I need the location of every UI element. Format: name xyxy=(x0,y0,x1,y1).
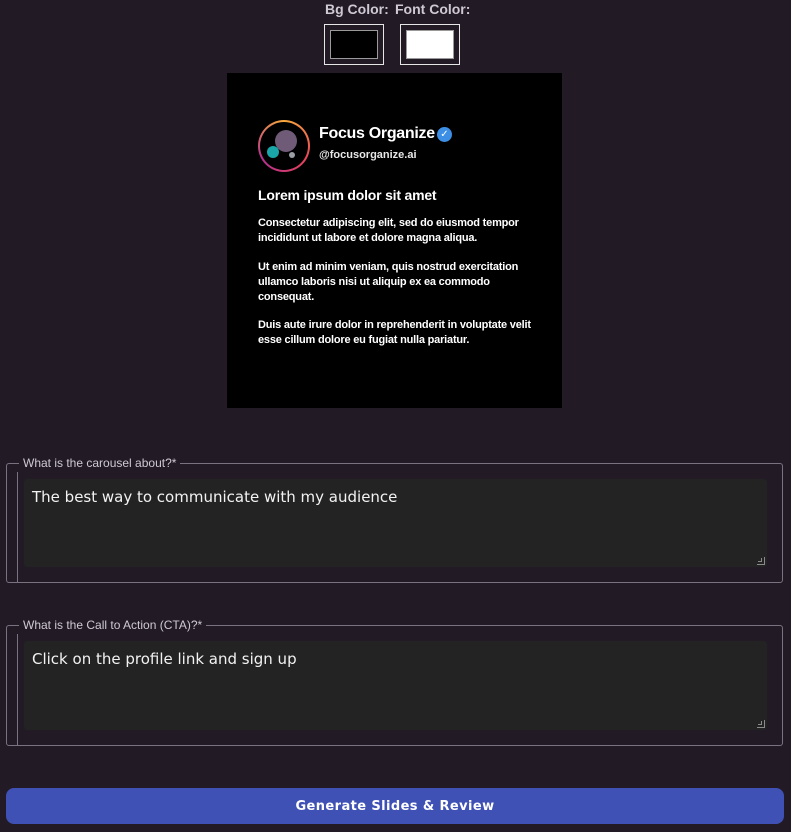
field-divider xyxy=(17,472,18,582)
verified-badge-icon: ✓ xyxy=(437,127,452,142)
bg-color-fill xyxy=(330,30,378,59)
resize-handle-icon[interactable] xyxy=(757,557,765,565)
brand-avatar xyxy=(258,120,310,172)
brand-name: Focus Organize xyxy=(319,125,435,142)
slide-preview: Focus Organize ✓ @focusorganize.ai Lorem… xyxy=(227,73,562,408)
topic-fieldset: What is the carousel about?* The best wa… xyxy=(6,456,783,583)
generate-slides-button[interactable]: Generate Slides & Review xyxy=(6,788,784,824)
cta-textarea[interactable]: Click on the profile link and sign up xyxy=(24,641,767,730)
bg-color-swatch[interactable] xyxy=(324,24,384,65)
slide-paragraph: Consectetur adipiscing elit, sed do eius… xyxy=(258,217,519,244)
topic-textarea[interactable]: The best way to communicate with my audi… xyxy=(24,479,767,567)
cta-fieldset: What is the Call to Action (CTA)?* Click… xyxy=(6,618,783,746)
slide-title: Lorem ipsum dolor sit amet xyxy=(258,187,437,203)
resize-handle-icon[interactable] xyxy=(757,720,765,728)
field-divider xyxy=(17,634,18,745)
brand-logo-icon xyxy=(260,122,308,170)
cta-field-label: What is the Call to Action (CTA)?* xyxy=(19,618,207,632)
font-color-label: Font Color: xyxy=(395,1,471,17)
carousel-editor: Bg Color: Font Color: Focus Organize ✓ @… xyxy=(0,0,791,832)
slide-paragraph: Ut enim ad minim veniam, quis nostrud ex… xyxy=(258,261,519,303)
color-picker-labels: Bg Color: Font Color: xyxy=(320,1,470,19)
brand-handle: @focusorganize.ai xyxy=(319,149,417,161)
font-color-fill xyxy=(406,30,454,59)
font-color-swatch[interactable] xyxy=(400,24,460,65)
bg-color-label: Bg Color: xyxy=(325,1,389,17)
topic-textarea-value: The best way to communicate with my audi… xyxy=(32,488,398,506)
cta-textarea-value: Click on the profile link and sign up xyxy=(32,650,297,668)
topic-field-label: What is the carousel about?* xyxy=(19,456,181,470)
slide-paragraph: Duis aute irure dolor in reprehenderit i… xyxy=(258,319,531,346)
